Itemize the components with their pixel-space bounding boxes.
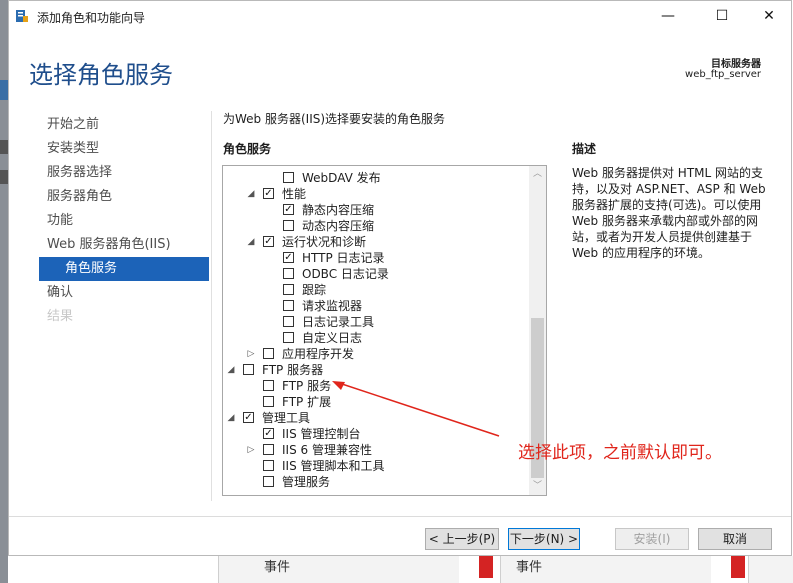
desktop-icon bbox=[0, 80, 8, 100]
background-events-label: 事件 bbox=[264, 560, 291, 575]
desktop-background-strip bbox=[0, 0, 8, 583]
cancel-button[interactable]: 取消 bbox=[698, 528, 772, 550]
footer-divider bbox=[9, 516, 791, 517]
background-panel bbox=[218, 556, 459, 583]
background-panel bbox=[748, 556, 793, 583]
desktop-icon bbox=[0, 140, 8, 154]
annotation-arrow bbox=[332, 381, 500, 437]
previous-button[interactable]: < 上一步(P) bbox=[425, 528, 499, 550]
background-events-label: 事件 bbox=[516, 560, 543, 575]
background-alert-bar bbox=[731, 556, 745, 578]
background-alert-bar bbox=[479, 556, 493, 578]
annotation-text: 选择此项，之前默认即可。 bbox=[518, 443, 722, 463]
desktop-icon bbox=[0, 170, 8, 184]
install-button: 安装(I) bbox=[615, 528, 689, 550]
wizard-window: 添加角色和功能向导 — ☐ ✕ 选择角色服务 目标服务器 web_ftp_ser… bbox=[8, 0, 792, 556]
next-button[interactable]: 下一步(N) > bbox=[508, 528, 580, 550]
